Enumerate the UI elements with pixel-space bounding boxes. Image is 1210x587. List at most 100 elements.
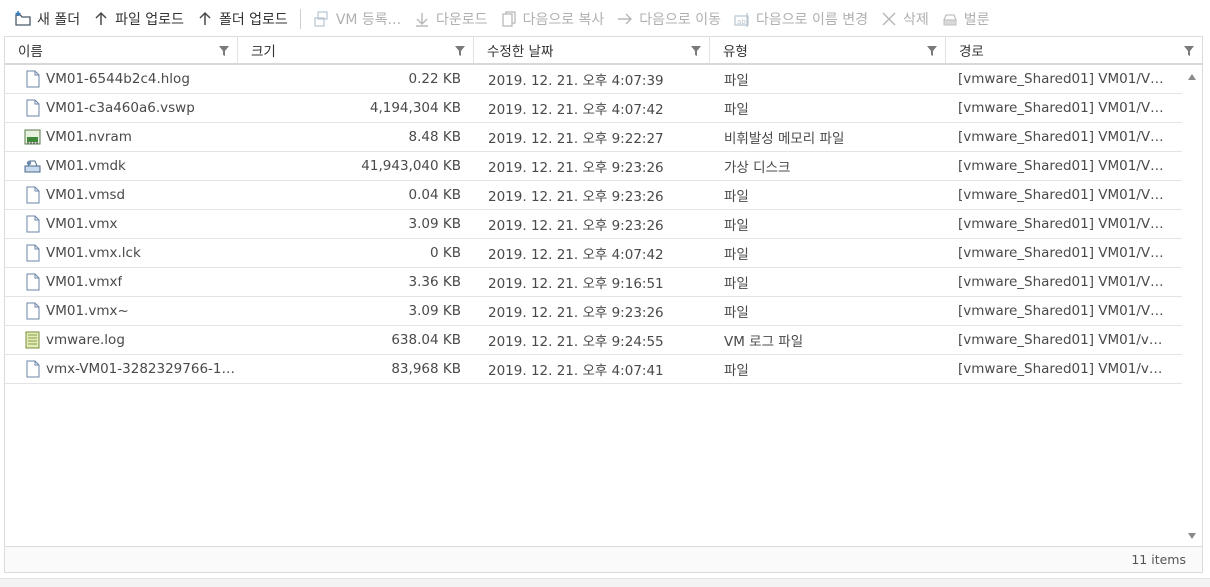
cell-name[interactable]: VM01.vmsd <box>5 181 238 210</box>
table-row[interactable]: vmware.log 638.04 KB 2019. 12. 21. 오후 9:24… <box>5 326 1183 355</box>
cell-path: [vmware_Shared01] VM01/vmx-... <box>946 355 1183 384</box>
cell-modified: 2019. 12. 21. 오후 9:23:26 <box>474 297 710 326</box>
vertical-scrollbar[interactable] <box>1182 65 1202 546</box>
delete-button[interactable]: 삭제 <box>874 5 935 33</box>
table-row[interactable]: VM01.vmx 3.09 KB 2019. 12. 21. 오후 9:23:26 파… <box>5 210 1183 239</box>
upload-folder-button[interactable]: 폴더 업로드 <box>190 5 294 33</box>
cell-size: 8.48 KB <box>238 123 474 152</box>
file-icon <box>26 186 40 204</box>
cell-name[interactable]: VM01-c3a460a6.vswp <box>5 94 238 123</box>
file-name[interactable]: VM01-6544b2c4.hlog <box>46 71 190 87</box>
column-header-modified[interactable]: 수정한 날짜 <box>474 37 710 63</box>
cell-name[interactable]: VM01.vmdk <box>5 152 238 181</box>
file-type: 파일 <box>724 305 749 321</box>
cell-type: 파일 <box>710 94 946 123</box>
cell-path: [vmware_Shared01] VM01/VM... <box>946 239 1183 268</box>
file-path: [vmware_Shared01] VM01/VM... <box>958 158 1167 174</box>
table-row[interactable]: vmx-VM01-3282329766-1,... 83,968 KB 2019. … <box>5 355 1183 384</box>
cell-size: 4,194,304 KB <box>238 94 474 123</box>
download-icon <box>416 13 429 27</box>
copy-to-button[interactable]: 다음으로 복사 <box>494 5 611 33</box>
file-icon <box>26 273 40 291</box>
delete-label: 삭제 <box>902 12 929 28</box>
move-to-button[interactable]: 다음으로 이동 <box>610 5 727 33</box>
filter-icon[interactable] <box>927 46 937 56</box>
filter-icon[interactable] <box>219 46 229 56</box>
cell-name[interactable]: VM01.nvram <box>5 123 238 152</box>
download-button[interactable]: 다운로드 <box>407 5 494 33</box>
file-size: 4,194,304 KB <box>369 100 461 116</box>
cell-modified: 2019. 12. 21. 오후 9:23:26 <box>474 210 710 239</box>
file-size: 41,943,040 KB <box>361 158 461 174</box>
column-header-type[interactable]: 유형 <box>710 37 946 63</box>
cell-name[interactable]: VM01.vmx.lck <box>5 239 238 268</box>
cell-size: 0.04 KB <box>238 181 474 210</box>
file-path: [vmware_Shared01] VM01/VM... <box>958 216 1167 232</box>
cell-path: [vmware_Shared01] VM01/VM... <box>946 268 1183 297</box>
cell-size: 3.36 KB <box>238 268 474 297</box>
cell-modified: 2019. 12. 21. 오후 4:07:39 <box>474 65 710 94</box>
grid-body: VM01-6544b2c4.hlog 0.22 KB 2019. 12. 21. 오… <box>5 65 1183 384</box>
file-size: 3.09 KB <box>408 216 461 232</box>
file-name[interactable]: VM01-c3a460a6.vswp <box>46 100 195 116</box>
file-name[interactable]: VM01.vmx.lck <box>46 245 141 261</box>
column-header-path[interactable]: 경로 <box>946 37 1202 63</box>
cell-name[interactable]: VM01-6544b2c4.hlog <box>5 65 238 94</box>
cell-type: 파일 <box>710 355 946 384</box>
upload-file-label: 파일 업로드 <box>115 12 184 28</box>
file-path: [vmware_Shared01] VM01/vmw... <box>958 332 1167 348</box>
file-type: 파일 <box>724 73 749 89</box>
table-row[interactable]: VM01-6544b2c4.hlog 0.22 KB 2019. 12. 21. 오… <box>5 65 1183 94</box>
item-count: 11 items <box>1131 552 1186 567</box>
new-folder-button[interactable]: 새 폴더 <box>8 5 86 33</box>
file-name[interactable]: VM01.vmxf <box>46 274 122 290</box>
scroll-up-icon[interactable] <box>1188 73 1196 81</box>
table-row[interactable]: VM01.vmx.lck 0 KB 2019. 12. 21. 오후 4:07:42… <box>5 239 1183 268</box>
file-icon <box>26 244 40 262</box>
table-row[interactable]: VM01.vmdk 41,943,040 KB 2019. 12. 21. 오후 9… <box>5 152 1183 181</box>
rename-button[interactable]: ab 다음으로 이름 변경 <box>727 5 874 33</box>
grid-header: 이름 크기 수정한 날짜 유형 경로 <box>5 37 1202 65</box>
cell-type: 파일 <box>710 181 946 210</box>
file-name[interactable]: VM01.vmx <box>46 216 117 232</box>
register-vm-button[interactable]: VM 등록... <box>307 5 407 33</box>
file-name[interactable]: VM01.vmdk <box>46 158 126 174</box>
cell-name[interactable]: VM01.vmx~ <box>5 297 238 326</box>
cell-name[interactable]: vmx-VM01-3282329766-1,... <box>5 355 238 384</box>
cell-size: 3.09 KB <box>238 297 474 326</box>
filter-icon[interactable] <box>455 46 465 56</box>
upload-file-button[interactable]: 파일 업로드 <box>86 5 190 33</box>
cell-name[interactable]: VM01.vmx <box>5 210 238 239</box>
cell-modified: 2019. 12. 21. 오후 4:07:42 <box>474 239 710 268</box>
file-type: 파일 <box>724 189 749 205</box>
table-row[interactable]: VM01.vmsd 0.04 KB 2019. 12. 21. 오후 9:23:26… <box>5 181 1183 210</box>
cell-name[interactable]: vmware.log <box>5 326 238 355</box>
scroll-down-icon[interactable] <box>1188 532 1196 540</box>
arrow-right-icon <box>618 13 633 25</box>
column-header-size[interactable]: 크기 <box>238 37 474 63</box>
file-path: [vmware_Shared01] VM01/VM... <box>958 129 1167 145</box>
cell-name[interactable]: VM01.vmxf <box>5 268 238 297</box>
cell-path: [vmware_Shared01] VM01/vmw... <box>946 326 1183 355</box>
file-name[interactable]: vmx-VM01-3282329766-1,... <box>46 361 238 377</box>
column-size-label: 크기 <box>251 44 276 60</box>
cell-path: [vmware_Shared01] VM01/VM... <box>946 210 1183 239</box>
table-row[interactable]: VM01.vmx~ 3.09 KB 2019. 12. 21. 오후 9:23:26… <box>5 297 1183 326</box>
file-size: 638.04 KB <box>391 332 461 348</box>
file-name[interactable]: VM01.vmx~ <box>46 303 129 319</box>
file-type: VM 로그 파일 <box>724 334 804 350</box>
file-name[interactable]: VM01.nvram <box>46 129 132 145</box>
table-row[interactable]: VM01-c3a460a6.vswp 4,194,304 KB 2019. 12. … <box>5 94 1183 123</box>
file-name[interactable]: vmware.log <box>46 332 125 348</box>
cell-modified: 2019. 12. 21. 오후 9:22:27 <box>474 123 710 152</box>
table-row[interactable]: VM01.nvram 8.48 KB 2019. 12. 21. 오후 9:22:2… <box>5 123 1183 152</box>
file-name[interactable]: VM01.vmsd <box>46 187 125 203</box>
table-row[interactable]: VM01.vmxf 3.36 KB 2019. 12. 21. 오후 9:16:51… <box>5 268 1183 297</box>
inflate-button[interactable]: 벌룬 <box>935 5 996 33</box>
filter-icon[interactable] <box>1184 46 1194 56</box>
file-type: 파일 <box>724 247 749 263</box>
column-header-name[interactable]: 이름 <box>5 37 238 63</box>
file-modified: 2019. 12. 21. 오후 9:23:26 <box>488 218 664 234</box>
filter-icon[interactable] <box>691 46 701 56</box>
column-name-label: 이름 <box>18 44 43 60</box>
